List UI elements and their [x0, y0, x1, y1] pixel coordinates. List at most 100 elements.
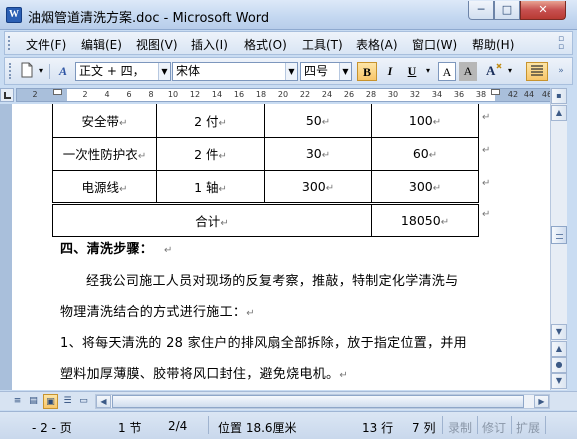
chevron-down-icon[interactable]: ▼: [339, 63, 351, 80]
horizontal-ruler[interactable]: 2 2 4 6 8 10 12 14 16 18 20 22 24 26 28 …: [16, 88, 560, 102]
char-border-button[interactable]: A: [438, 62, 456, 81]
menu-help[interactable]: 帮助(H): [472, 36, 514, 53]
chevron-down-icon[interactable]: ▼: [285, 63, 297, 80]
minimize-button[interactable]: ─: [468, 1, 494, 20]
menu-overflow-icon[interactable]: ▫ ▫: [558, 35, 568, 52]
style-combo[interactable]: 正文 + 四， ▼: [75, 62, 171, 81]
ruler-toggle-icon[interactable]: ▪: [551, 88, 567, 104]
font-combo[interactable]: 宋体 ▼: [172, 62, 298, 81]
reading-layout-icon[interactable]: ▭: [76, 394, 91, 409]
menu-grip[interactable]: [8, 36, 11, 50]
scroll-right-button[interactable]: ▶: [534, 395, 549, 408]
previous-page-button[interactable]: ▲: [551, 341, 567, 357]
menu-table[interactable]: 表格(A): [356, 36, 398, 53]
underline-button[interactable]: U: [402, 62, 422, 81]
cell-text: 一次性防护衣: [62, 147, 138, 162]
status-record[interactable]: 录制: [448, 419, 472, 436]
total-label: 合计: [195, 213, 221, 229]
table-cell[interactable]: 30↵: [264, 136, 372, 171]
table-cell[interactable]: 300↵: [264, 169, 372, 204]
ruler-number: 34: [431, 90, 443, 99]
vertical-scroll-thumb[interactable]: [551, 226, 567, 244]
vertical-ruler: [0, 104, 12, 390]
tab-selector[interactable]: [0, 88, 14, 102]
menu-file[interactable]: 文件(F): [26, 36, 66, 53]
word-app-icon[interactable]: W: [6, 7, 22, 23]
scroll-left-button[interactable]: ◀: [96, 395, 111, 408]
status-section: 1 节: [118, 421, 142, 435]
cell-text: 1 轴: [194, 179, 219, 195]
text-effects-icon[interactable]: A: [483, 62, 505, 81]
materials-table[interactable]: 安全带↵ 2 付↵ 50↵ 100↵ 一次性防护衣↵ 2 件↵ 30↵ 60↵ …: [52, 104, 479, 237]
status-extend[interactable]: 扩展: [516, 419, 540, 436]
scroll-down-button[interactable]: ▼: [551, 324, 567, 340]
font-value: 宋体: [176, 64, 201, 78]
table-cell-total-label[interactable]: 合计↵: [52, 201, 372, 237]
font-size-combo[interactable]: 四号 ▼: [300, 62, 352, 81]
menu-window[interactable]: 窗口(W): [412, 36, 457, 53]
menu-view[interactable]: 视图(V): [136, 36, 178, 53]
menu-tools[interactable]: 工具(T): [302, 36, 343, 53]
first-line-indent-marker[interactable]: [53, 89, 62, 95]
paragraph-line: 1、将每天清洗的 28 家住户的排风扇全部拆除，放于指定位置，并用: [60, 336, 467, 351]
new-document-icon[interactable]: [19, 62, 35, 81]
table-cell[interactable]: 2 付↵: [156, 104, 265, 138]
table-cell[interactable]: 300↵: [371, 169, 479, 204]
char-shading-button[interactable]: A: [459, 62, 477, 81]
styles-formatting-icon[interactable]: A: [54, 62, 72, 81]
paragraph-mark: ↵: [119, 117, 128, 129]
chevron-down-icon[interactable]: ▾: [505, 62, 515, 81]
next-page-button[interactable]: ▼: [551, 373, 567, 389]
menu-edit[interactable]: 编辑(E): [81, 36, 122, 53]
table-cell[interactable]: 60↵: [371, 136, 479, 171]
row-end-mark: ↵: [482, 145, 491, 156]
italic-button[interactable]: I: [380, 62, 400, 81]
outline-view-icon[interactable]: ☰: [60, 394, 75, 409]
table-cell[interactable]: 2 件↵: [156, 136, 265, 171]
toolbar-grip[interactable]: [9, 63, 12, 79]
maximize-button[interactable]: □: [494, 1, 520, 20]
table-cell[interactable]: 1 轴↵: [156, 169, 265, 204]
ruler-number: 24: [321, 90, 333, 99]
document-area[interactable]: 安全带↵ 2 付↵ 50↵ 100↵ 一次性防护衣↵ 2 件↵ 30↵ 60↵ …: [0, 104, 560, 390]
ruler-number: 28: [365, 90, 377, 99]
show-hide-paragraph-button[interactable]: [526, 62, 548, 81]
vertical-scrollbar[interactable]: ▪ ▲ ▼ ▲ ● ▼: [550, 88, 567, 390]
section-heading: 四、清洗步骤： ↵: [60, 238, 173, 257]
normal-view-icon[interactable]: ≡: [10, 394, 25, 409]
paragraph-text: 塑料加厚薄膜、胶带将风口封住，避免烧电机。: [60, 367, 340, 382]
print-layout-icon[interactable]: ▣: [43, 394, 58, 409]
ruler-number: 42: [507, 90, 519, 99]
cell-text: 300: [408, 178, 433, 194]
select-browse-object-button[interactable]: ●: [551, 357, 567, 373]
menu-insert[interactable]: 插入(I): [191, 36, 228, 53]
web-layout-icon[interactable]: ▤: [26, 394, 41, 409]
chevron-down-icon[interactable]: ▾: [36, 62, 46, 81]
cell-text: 300: [301, 178, 326, 194]
heading-text: 四、清洗步骤：: [60, 242, 154, 257]
paragraph-mark: ↵: [432, 116, 442, 128]
table-cell[interactable]: 一次性防护衣↵: [52, 136, 157, 171]
bold-button[interactable]: B: [357, 62, 377, 81]
cell-text: 2 件: [194, 147, 219, 162]
menu-format[interactable]: 格式(O): [244, 36, 287, 53]
chevron-down-icon[interactable]: ▼: [158, 63, 170, 80]
scroll-up-button[interactable]: ▲: [551, 105, 567, 121]
ruler-number: 26: [343, 90, 355, 99]
horizontal-scrollbar[interactable]: ◀ ▶: [95, 394, 550, 409]
table-cell[interactable]: 安全带↵: [52, 104, 157, 138]
chevron-down-icon[interactable]: ▾: [423, 62, 433, 81]
table-cell-total-value[interactable]: 18050↵: [371, 201, 479, 237]
table-cell[interactable]: 50↵: [264, 104, 372, 138]
ruler-number: 4: [104, 90, 110, 99]
right-indent-marker[interactable]: [491, 89, 500, 95]
close-button[interactable]: ✕: [520, 1, 566, 20]
ruler-number: 30: [387, 90, 399, 99]
horizontal-scroll-thumb[interactable]: [112, 395, 524, 408]
toolbar-options-icon[interactable]: »: [555, 62, 567, 81]
status-track-changes[interactable]: 修订: [482, 419, 506, 436]
cell-text: 2 付: [194, 113, 219, 129]
table-cell[interactable]: 电源线↵: [52, 169, 157, 204]
status-separator: [477, 416, 478, 434]
table-cell[interactable]: 100↵: [371, 104, 479, 138]
